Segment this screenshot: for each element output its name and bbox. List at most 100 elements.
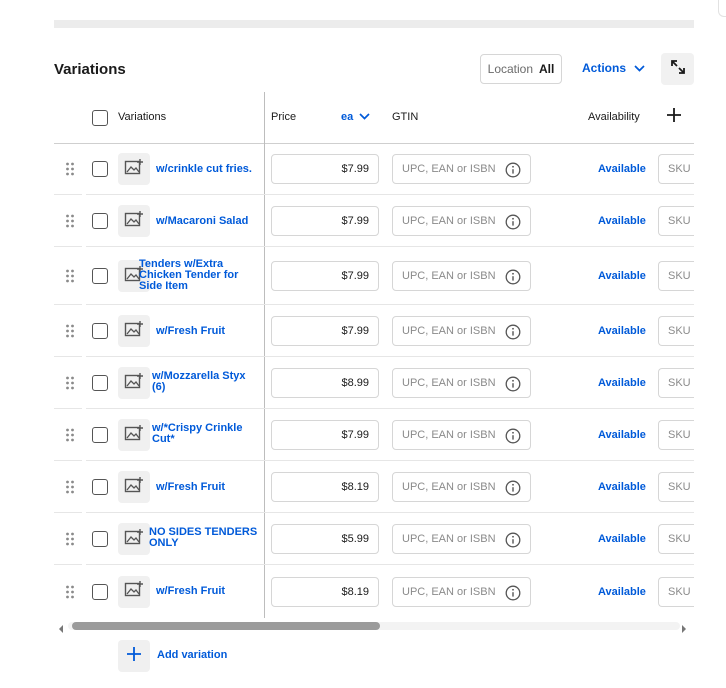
variation-name-link[interactable]: w/*Crispy Crinkle Cut* (152, 423, 257, 445)
sku-input[interactable]: SKU (658, 316, 694, 346)
sku-input[interactable]: SKU (658, 472, 694, 502)
add-variation-icon-button[interactable] (118, 640, 150, 672)
availability-link[interactable]: Available (598, 163, 646, 175)
unit-selector[interactable]: ea (341, 111, 370, 123)
gtin-input[interactable]: UPC, EAN or ISBN (392, 368, 531, 398)
sku-input[interactable]: SKU (658, 368, 694, 398)
horizontal-scrollbar[interactable] (54, 618, 694, 634)
info-icon[interactable] (505, 269, 521, 288)
add-image-icon (124, 210, 144, 233)
variation-name-link[interactable]: Tenders w/Extra Chicken Tender for Side … (139, 259, 254, 292)
location-filter-button[interactable]: Location All (480, 54, 562, 84)
sku-input[interactable]: SKU (658, 206, 694, 236)
info-icon[interactable] (505, 214, 521, 233)
gtin-input[interactable]: UPC, EAN or ISBN (392, 420, 531, 450)
drag-handle-icon[interactable] (65, 532, 75, 546)
gtin-input[interactable]: UPC, EAN or ISBN (392, 261, 531, 291)
info-icon[interactable] (505, 585, 521, 604)
row-checkbox[interactable] (92, 479, 108, 495)
drag-handle-icon[interactable] (65, 376, 75, 390)
variation-image[interactable] (118, 205, 150, 237)
availability-link[interactable]: Available (598, 270, 646, 282)
drag-handle-icon[interactable] (65, 428, 75, 442)
price-input[interactable]: $8.19 (271, 472, 379, 502)
drag-handle-icon[interactable] (65, 585, 75, 599)
scroll-thumb[interactable] (72, 622, 380, 630)
variation-image[interactable] (118, 471, 150, 503)
sku-placeholder: SKU (668, 325, 691, 337)
drag-handle-icon[interactable] (65, 324, 75, 338)
row-checkbox[interactable] (92, 583, 108, 600)
drag-handle-icon[interactable] (65, 480, 75, 494)
price-input[interactable]: $7.99 (271, 261, 379, 291)
table-row: w/Fresh Fruit $7.99 UPC, EAN or ISBN Availa… (54, 305, 694, 357)
select-all-checkbox[interactable] (92, 110, 108, 126)
variation-name-link[interactable]: w/Fresh Fruit (156, 326, 266, 337)
variation-image[interactable] (118, 575, 150, 608)
plus-icon (126, 646, 142, 667)
price-input[interactable]: $5.99 (271, 524, 379, 554)
gtin-input[interactable]: UPC, EAN or ISBN (392, 316, 531, 346)
price-input[interactable]: $7.99 (271, 420, 379, 450)
gtin-input[interactable]: UPC, EAN or ISBN (392, 154, 531, 184)
row-checkbox[interactable] (92, 213, 108, 229)
info-icon[interactable] (505, 428, 521, 447)
info-icon[interactable] (505, 532, 521, 551)
availability-link[interactable]: Available (598, 586, 646, 598)
row-checkbox[interactable] (92, 323, 108, 339)
sku-input[interactable]: SKU (658, 524, 694, 554)
variation-image[interactable] (118, 419, 150, 451)
sku-input[interactable]: SKU (658, 261, 694, 291)
row-checkbox[interactable] (92, 375, 108, 391)
gtin-placeholder: UPC, EAN or ISBN (402, 481, 496, 493)
variation-image[interactable] (118, 367, 150, 399)
drag-handle-icon[interactable] (65, 162, 75, 176)
table-row: w/*Crispy Crinkle Cut* $7.99 UPC, EAN or I… (54, 409, 694, 461)
header-variations: Variations (118, 111, 167, 123)
price-input[interactable]: $8.99 (271, 368, 379, 398)
scroll-left-arrow-icon[interactable] (57, 621, 65, 639)
actions-button[interactable]: Actions (582, 61, 645, 75)
variation-name-link[interactable]: w/crinkle cut fries. (156, 164, 266, 175)
variation-name-link[interactable]: w/Fresh Fruit (156, 482, 266, 493)
info-icon[interactable] (505, 480, 521, 499)
drag-handle-icon[interactable] (65, 214, 75, 228)
table-header: Variations Price ea GTIN Availability (54, 92, 694, 144)
drag-handle-icon[interactable] (65, 269, 75, 283)
variation-image[interactable] (118, 523, 150, 555)
row-checkbox[interactable] (92, 161, 108, 177)
scroll-right-arrow-icon[interactable] (680, 621, 688, 639)
availability-link[interactable]: Available (598, 377, 646, 389)
price-input[interactable]: $8.19 (271, 576, 379, 607)
availability-link[interactable]: Available (598, 533, 646, 545)
price-input[interactable]: $7.99 (271, 206, 379, 236)
availability-link[interactable]: Available (598, 481, 646, 493)
gtin-input[interactable]: UPC, EAN or ISBN (392, 206, 531, 236)
expand-button[interactable] (661, 53, 694, 85)
row-checkbox[interactable] (92, 268, 108, 284)
variation-name-link[interactable]: w/Fresh Fruit (156, 586, 266, 597)
sku-input[interactable]: SKU (658, 420, 694, 450)
availability-link[interactable]: Available (598, 325, 646, 337)
variation-image[interactable] (118, 153, 150, 185)
price-input[interactable]: $7.99 (271, 316, 379, 346)
sku-input[interactable]: SKU (658, 154, 694, 184)
row-checkbox[interactable] (92, 531, 108, 547)
price-input[interactable]: $7.99 (271, 154, 379, 184)
variation-name-link[interactable]: NO SIDES TENDERS ONLY (149, 527, 264, 549)
sku-input[interactable]: SKU (658, 576, 694, 607)
info-icon[interactable] (505, 162, 521, 181)
variation-image[interactable] (118, 315, 150, 347)
gtin-input[interactable]: UPC, EAN or ISBN (392, 576, 531, 607)
add-variation-button[interactable]: Add variation (157, 649, 227, 661)
variation-name-link[interactable]: w/Mozzarella Styx (6) (152, 371, 257, 393)
info-icon[interactable] (505, 376, 521, 395)
variation-name-link[interactable]: w/Macaroni Salad (156, 216, 266, 227)
info-icon[interactable] (505, 324, 521, 343)
add-column-button[interactable] (666, 107, 682, 128)
row-checkbox[interactable] (92, 427, 108, 443)
gtin-input[interactable]: UPC, EAN or ISBN (392, 524, 531, 554)
availability-link[interactable]: Available (598, 429, 646, 441)
availability-link[interactable]: Available (598, 215, 646, 227)
gtin-input[interactable]: UPC, EAN or ISBN (392, 472, 531, 502)
